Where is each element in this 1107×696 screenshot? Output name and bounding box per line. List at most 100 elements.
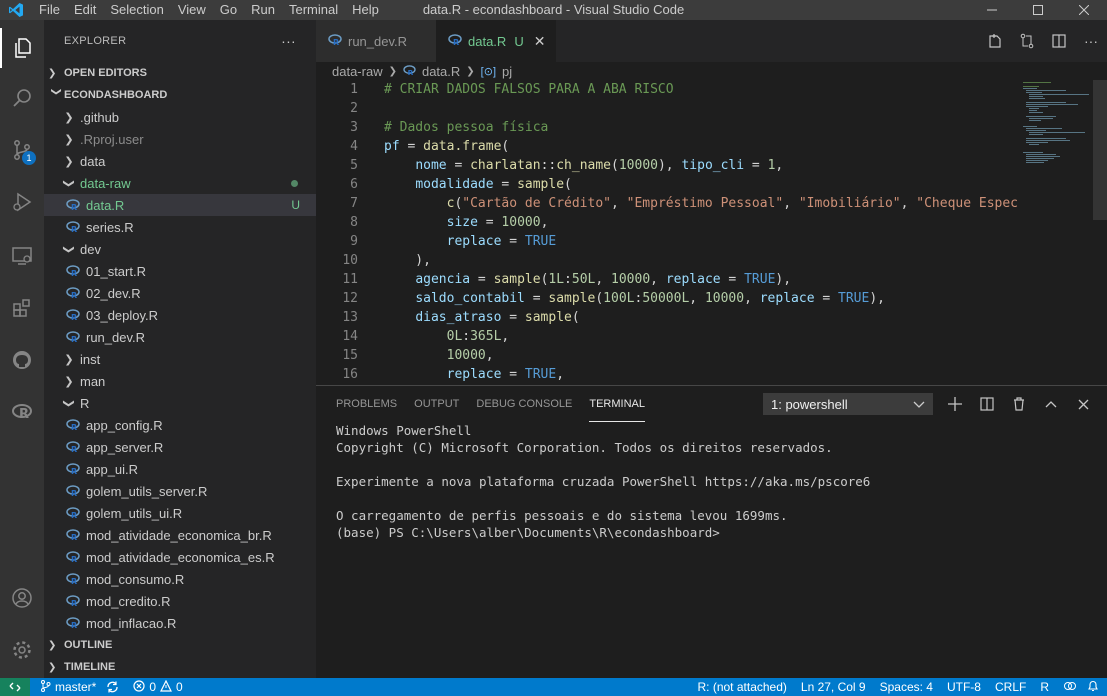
menu-run[interactable]: Run: [244, 0, 282, 20]
menu-terminal[interactable]: Terminal: [282, 0, 345, 20]
tree-folder[interactable]: ❯ man: [44, 370, 316, 392]
tree-folder[interactable]: ❯ .Rproj.user: [44, 128, 316, 150]
terminal-selector[interactable]: 1: powershell: [763, 393, 933, 415]
source-control-icon[interactable]: 1: [0, 130, 44, 170]
github-icon[interactable]: [0, 340, 44, 380]
language-mode[interactable]: R: [1040, 680, 1049, 694]
minimap[interactable]: [1021, 80, 1101, 280]
new-terminal-icon[interactable]: [939, 397, 971, 411]
trash-icon[interactable]: [1003, 397, 1035, 411]
tree-file[interactable]: Rmod_inflacao.R: [44, 612, 316, 634]
tree-folder[interactable]: ❯ data-raw: [44, 172, 316, 194]
indentation-status[interactable]: Spaces: 4: [880, 680, 933, 694]
outline-section[interactable]: ❯ OUTLINE: [44, 634, 316, 656]
problems-status[interactable]: 0 0: [133, 679, 183, 695]
open-changes-icon[interactable]: [979, 33, 1011, 49]
maximize-panel-icon[interactable]: [1035, 400, 1067, 408]
tab-output[interactable]: OUTPUT: [414, 386, 459, 422]
eol-status[interactable]: CRLF: [995, 680, 1026, 694]
remote-explorer-icon[interactable]: [0, 236, 44, 276]
tree-file[interactable]: Rapp_server.R: [44, 436, 316, 458]
project-section[interactable]: ❯ ECONDASHBOARD: [44, 84, 316, 106]
chevron-down-icon: [913, 397, 925, 412]
r-file-icon: R: [66, 199, 82, 211]
more-editor-actions-icon[interactable]: ···: [1075, 33, 1107, 49]
menu-view[interactable]: View: [171, 0, 213, 20]
breadcrumb-folder[interactable]: data-raw: [332, 64, 383, 79]
editor-scrollbar[interactable]: [1093, 80, 1107, 220]
compare-icon[interactable]: [1011, 33, 1043, 49]
tree-file[interactable]: Rmod_atividade_economica_br.R: [44, 524, 316, 546]
bottom-panel: PROBLEMS OUTPUT DEBUG CONSOLE TERMINAL 1…: [316, 385, 1107, 678]
tree-folder[interactable]: ❯ R: [44, 392, 316, 414]
terminal-output[interactable]: Windows PowerShell Copyright (C) Microso…: [316, 422, 1107, 541]
branch-status[interactable]: master*: [40, 679, 96, 695]
tree-file[interactable]: Rdata.R U: [44, 194, 316, 216]
tree-file[interactable]: Rapp_ui.R: [44, 458, 316, 480]
tree-file[interactable]: Rmod_atividade_economica_es.R: [44, 546, 316, 568]
extensions-icon[interactable]: [0, 288, 44, 328]
tab-terminal[interactable]: TERMINAL: [589, 386, 645, 422]
tree-file[interactable]: Rmod_credito.R: [44, 590, 316, 612]
tree-file[interactable]: Rgolem_utils_ui.R: [44, 502, 316, 524]
run-debug-icon[interactable]: [0, 182, 44, 222]
remote-indicator-icon[interactable]: [0, 678, 30, 696]
tree-file[interactable]: R 01_start.R: [44, 260, 316, 282]
r-session-status[interactable]: R: (not attached): [698, 680, 787, 694]
close-tab-icon[interactable]: ✕: [534, 33, 546, 50]
r-file-icon: R: [66, 573, 82, 585]
menu-selection[interactable]: Selection: [103, 0, 170, 20]
menu-file[interactable]: File: [32, 0, 67, 20]
sync-icon[interactable]: [106, 681, 119, 693]
menu-edit[interactable]: Edit: [67, 0, 103, 20]
accounts-icon[interactable]: [0, 578, 44, 618]
untracked-status: U: [514, 33, 524, 49]
timeline-section[interactable]: ❯ TIMELINE: [44, 656, 316, 678]
tree-file[interactable]: Rrun_dev.R: [44, 326, 316, 348]
minimize-button[interactable]: [969, 0, 1015, 20]
menu-help[interactable]: Help: [345, 0, 386, 20]
tab-run-dev[interactable]: R run_dev.R: [316, 20, 436, 62]
code-line: size = 10000,: [446, 215, 549, 230]
r-file-icon: R: [448, 33, 462, 49]
tree-file[interactable]: Rapp_config.R: [44, 414, 316, 436]
feedback-icon[interactable]: [1063, 680, 1077, 695]
encoding-status[interactable]: UTF-8: [947, 680, 981, 694]
tree-folder[interactable]: ❯ dev: [44, 238, 316, 260]
split-editor-icon[interactable]: [1043, 33, 1075, 49]
tab-debug-console[interactable]: DEBUG CONSOLE: [476, 386, 572, 422]
code-line: nome = charlatan::ch_name(10000), tipo_c…: [415, 158, 784, 173]
tree-label: run_dev.R: [86, 329, 146, 345]
terminal-prompt: (base) PS C:\Users\alber\Documents\R\eco…: [336, 525, 720, 540]
tree-file[interactable]: R 02_dev.R: [44, 282, 316, 304]
r-extension-icon[interactable]: R: [0, 392, 44, 432]
close-panel-icon[interactable]: [1067, 399, 1099, 410]
open-editors-section[interactable]: ❯ OPEN EDITORS: [44, 62, 316, 84]
breadcrumb-file[interactable]: data.R: [422, 64, 460, 79]
r-file-icon: R: [66, 221, 82, 233]
tree-folder[interactable]: ❯ inst: [44, 348, 316, 370]
cursor-position[interactable]: Ln 27, Col 9: [801, 680, 866, 694]
tree-folder[interactable]: ❯ data: [44, 150, 316, 172]
tab-data-r[interactable]: R data.R U ✕: [436, 20, 556, 62]
breadcrumb-symbol[interactable]: pj: [502, 64, 512, 79]
close-window-button[interactable]: [1061, 0, 1107, 20]
tree-file[interactable]: R 03_deploy.R: [44, 304, 316, 326]
code-editor[interactable]: 1 # CRIAR DADOS FALSOS PARA A ABA RISCO 2…: [316, 80, 1107, 385]
menu-go[interactable]: Go: [213, 0, 244, 20]
manage-gear-icon[interactable]: [0, 630, 44, 670]
chevron-right-icon: ❯: [466, 65, 475, 77]
maximize-button[interactable]: [1015, 0, 1061, 20]
explorer-icon[interactable]: [0, 28, 44, 68]
search-icon[interactable]: [0, 78, 44, 118]
more-actions-button[interactable]: ···: [281, 33, 296, 49]
tab-problems[interactable]: PROBLEMS: [336, 386, 397, 422]
tree-folder[interactable]: ❯ .github: [44, 106, 316, 128]
tree-file[interactable]: Rgolem_utils_server.R: [44, 480, 316, 502]
tree-label: data: [80, 153, 106, 169]
split-terminal-icon[interactable]: [971, 397, 1003, 411]
notifications-bell-icon[interactable]: [1087, 680, 1099, 695]
r-file-icon: R: [66, 331, 82, 343]
tree-file[interactable]: Rseries.R: [44, 216, 316, 238]
tree-file[interactable]: Rmod_consumo.R: [44, 568, 316, 590]
